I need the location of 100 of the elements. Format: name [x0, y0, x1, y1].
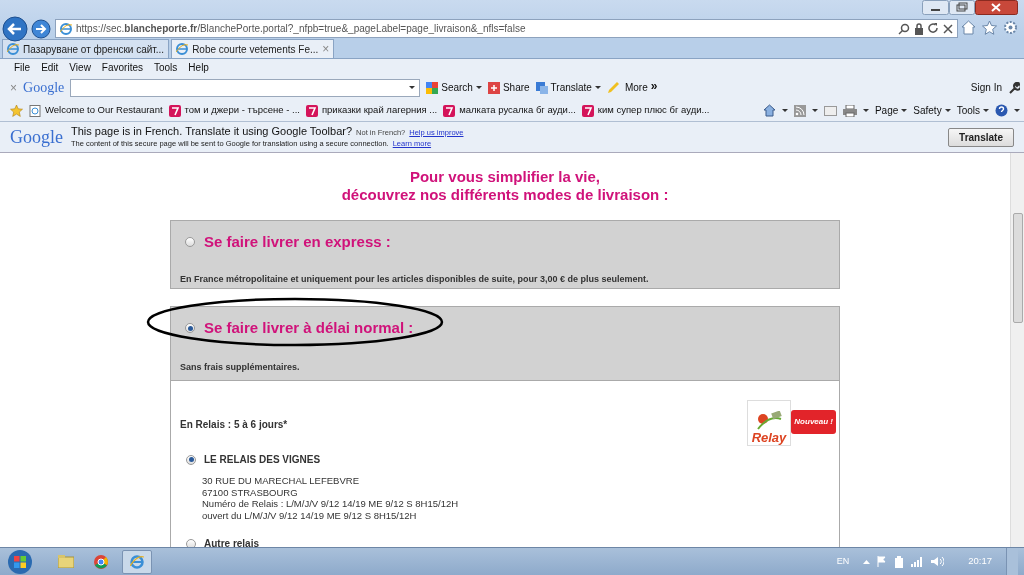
- radio-button[interactable]: [186, 454, 196, 465]
- dropdown-caret-icon: [409, 86, 416, 89]
- google-logo: Google: [10, 125, 63, 149]
- command-menu[interactable]: Safety: [913, 103, 951, 118]
- minimize-icon[interactable]: [922, 0, 949, 15]
- caret-icon: [781, 109, 788, 112]
- caret-icon: [901, 109, 908, 112]
- chrome-icon[interactable]: [94, 554, 108, 569]
- menu-item[interactable]: Tools: [154, 59, 178, 75]
- close-icon[interactable]: [975, 0, 1018, 15]
- show-hidden-icon[interactable]: [863, 559, 871, 564]
- relay-figure-icon: [754, 411, 784, 431]
- star-icon[interactable]: [982, 20, 997, 35]
- start-button-icon[interactable]: [6, 548, 34, 575]
- translate-message: This page is in French. Translate it using Google Toolbar?: [71, 125, 353, 137]
- refresh-icon: [928, 23, 939, 34]
- favorite-link[interactable]: Welcome to Our Restaurant: [29, 103, 163, 118]
- feed-icon[interactable]: [793, 104, 806, 117]
- power-icon[interactable]: [894, 555, 905, 568]
- translate-button[interactable]: Translate: [535, 80, 601, 95]
- search-field[interactable]: [70, 78, 421, 97]
- favorite-link[interactable]: малката русалка бг ауди...: [443, 103, 576, 118]
- google-logo: Google: [23, 79, 65, 97]
- option-title: Se faire livrer en express :: [204, 232, 391, 252]
- mail-icon[interactable]: [823, 105, 837, 116]
- favorite-link[interactable]: том и джери - търсене - ...: [168, 103, 300, 118]
- folder-icon[interactable]: [58, 555, 74, 568]
- tab-title: Robe courte vetements Fe...: [192, 42, 319, 57]
- browser-icon: [130, 554, 144, 569]
- seven-icon: [305, 104, 318, 117]
- google-icon: [426, 81, 439, 94]
- favorites-star-icon[interactable]: [10, 104, 23, 117]
- wrench-icon[interactable]: [1008, 81, 1020, 94]
- back-icon[interactable]: [2, 16, 28, 42]
- url-text: https://sec.blancheporte.fr/BlanchePorte.portal?_nfpb=true&_pageLabel=page_livraison&_nfls=false: [76, 22, 527, 36]
- radio-button[interactable]: [185, 237, 195, 248]
- translate-icon: [535, 81, 548, 94]
- heading-text: découvrez nos différents modes de livraison :: [341, 186, 669, 204]
- menu-item[interactable]: Help: [188, 59, 209, 75]
- sign-in-button[interactable]: Sign In: [970, 80, 1002, 95]
- forward-icon[interactable]: [31, 19, 51, 39]
- search-icon: [898, 22, 910, 35]
- browser-tab[interactable]: Robe courte vetements Fe... ×: [171, 39, 335, 58]
- heading-text: Pour vous simplifier la vie,: [409, 168, 601, 186]
- command-menu[interactable]: Page: [874, 103, 908, 118]
- translate-button[interactable]: Translate: [948, 127, 1014, 147]
- option-description: En France métropolitaine et uniquement pour les articles disponibles de suite, pour 3,00 € de plus seulement.: [179, 272, 650, 286]
- share-button[interactable]: Share: [487, 80, 530, 95]
- help-icon[interactable]: [995, 104, 1008, 117]
- home-icon[interactable]: [961, 20, 976, 35]
- tab-title: Пазаруване от френски сайт...: [23, 42, 165, 57]
- new-badge: Nouveau !: [791, 410, 836, 434]
- caret-icon: [862, 109, 869, 112]
- stop-icon: [943, 23, 953, 34]
- scrollbar[interactable]: [1010, 153, 1024, 547]
- signal-icon[interactable]: [911, 556, 925, 567]
- menu-item[interactable]: Edit: [41, 59, 59, 75]
- logo-text: Relay: [751, 431, 787, 445]
- caret-icon: [594, 86, 601, 89]
- page-icon: [176, 43, 189, 55]
- seven-icon: [581, 104, 594, 117]
- seven-icon: [168, 104, 181, 117]
- settings-icon[interactable]: [1003, 20, 1018, 35]
- menu-item[interactable]: File: [14, 59, 31, 75]
- more-button[interactable]: More »: [624, 80, 658, 95]
- pencil-icon: [606, 81, 619, 94]
- flag-icon[interactable]: [877, 556, 888, 567]
- option-description: Sans frais supplémentaires.: [179, 360, 301, 374]
- volume-icon[interactable]: [931, 556, 945, 567]
- search-button[interactable]: Search: [426, 80, 482, 95]
- show-desktop-button[interactable]: [1006, 547, 1018, 575]
- relay-name: LE RELAIS DES VIGNES: [204, 453, 321, 467]
- seven-icon: [443, 104, 456, 117]
- lock-icon: [914, 22, 924, 35]
- address-bar[interactable]: https://sec.blancheporte.fr/BlanchePorte.portal?_nfpb=true&_pageLabel=page_livraison&_nfls=false: [55, 19, 958, 38]
- share-icon: [487, 81, 500, 94]
- caret-icon: [1014, 109, 1020, 112]
- address-line: ouvert du L/M/J/V 9/12 14/19 ME 9/12 S 8H15/12H: [202, 509, 418, 521]
- address-line: 67100 STRASBOURG: [202, 486, 299, 498]
- relay-name: Autre relais: [204, 537, 260, 547]
- caret-icon: [475, 86, 482, 89]
- menu-item[interactable]: Favorites: [101, 59, 143, 75]
- taskbar-browser-button[interactable]: [122, 549, 152, 574]
- favorite-link[interactable]: ким супер плюс бг ауди...: [581, 103, 710, 118]
- relay-heading: En Relais : 5 à 6 jours*: [180, 418, 288, 432]
- browser-tab[interactable]: Пазаруване от френски сайт...: [2, 39, 170, 58]
- address-line: Numéro de Relais : L/M/J/V 9/12 14/19 ME 9/12 S 8H15/12H: [202, 498, 460, 510]
- favorite-link[interactable]: приказки край лагерния ...: [305, 103, 438, 118]
- restore-icon[interactable]: [949, 0, 975, 15]
- radio-button[interactable]: [185, 323, 195, 334]
- caret-icon: [983, 109, 989, 112]
- menu-item[interactable]: View: [69, 59, 91, 75]
- caret-icon: [944, 109, 951, 112]
- printer-icon[interactable]: [842, 104, 857, 117]
- home-icon[interactable]: [762, 104, 776, 117]
- address-line: 30 RUE DU MARECHAL LEFEBVRE: [202, 475, 360, 487]
- caret-icon: [811, 109, 818, 112]
- option-title: Se faire livrer à délai normal :: [204, 318, 414, 338]
- page-icon: [29, 104, 41, 117]
- command-menu[interactable]: Tools: [956, 103, 989, 118]
